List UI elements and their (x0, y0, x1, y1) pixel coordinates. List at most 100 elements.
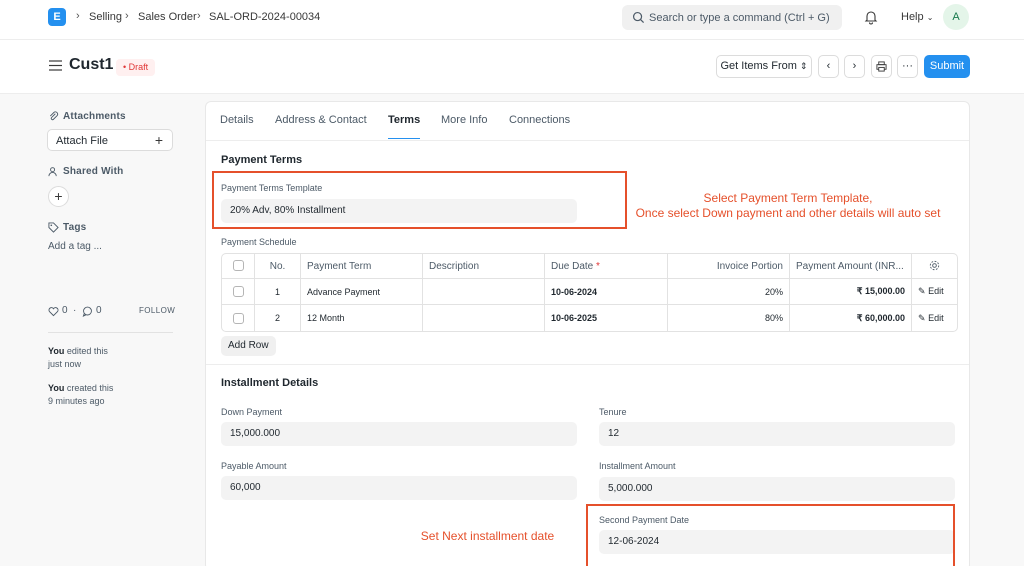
row-payment-term[interactable]: Advance Payment (301, 279, 423, 305)
heart-icon[interactable] (48, 306, 59, 317)
tab-address-contact[interactable]: Address & Contact (275, 114, 367, 138)
row-edit-button[interactable]: ✎ Edit (912, 279, 957, 305)
more-icon: ··· (902, 60, 913, 72)
row-no: 1 (255, 279, 301, 305)
app-logo[interactable]: E (48, 8, 66, 26)
row-description[interactable] (423, 279, 545, 305)
top-navbar: E › Selling › Sales Order › SAL-ORD-2024… (0, 0, 1024, 40)
add-row-button[interactable]: Add Row (221, 336, 276, 356)
tab-divider (206, 140, 969, 141)
activity-user: You (48, 383, 65, 393)
annotation-template-note: Select Payment Term Template, Once selec… (628, 191, 948, 221)
submit-button[interactable]: Submit (924, 55, 970, 78)
page-head: Cust1 • Draft Get Items From ⇕ ‹ › ··· S… (0, 40, 1024, 94)
tab-connections[interactable]: Connections (509, 114, 570, 138)
row-invoice-portion[interactable]: 20% (668, 279, 790, 305)
sidebar-divider (48, 332, 173, 333)
attach-file-button[interactable]: Attach File + (47, 129, 173, 151)
status-label: Draft (128, 62, 149, 72)
column-header-no: No. (255, 254, 301, 279)
row-edit-button[interactable]: ✎ Edit (912, 305, 957, 331)
payable-amount-field[interactable]: 60,000 (221, 476, 577, 500)
attach-file-label: Attach File (56, 135, 108, 147)
sort-icon: ⇕ (799, 61, 808, 71)
shared-with-label: Shared With (63, 166, 124, 177)
pencil-icon: ✎ (918, 286, 926, 296)
row-checkbox[interactable] (222, 279, 255, 305)
printer-icon (876, 61, 887, 72)
print-button[interactable] (871, 55, 892, 78)
activity-action: edited this (66, 346, 108, 356)
plus-icon: + (54, 188, 63, 204)
required-mark: * (596, 260, 600, 272)
annotation-line-2: Once select Down payment and other detai… (635, 206, 941, 220)
tenure-field[interactable]: 12 (599, 422, 955, 446)
chevron-down-icon: ⌄ (926, 13, 934, 22)
follow-button[interactable]: FOLLOW (139, 306, 175, 315)
chevron-left-icon: ‹ (826, 60, 831, 72)
column-header-payment-term: Payment Term (301, 254, 423, 279)
gear-icon (929, 261, 940, 271)
row-description[interactable] (423, 305, 545, 331)
annotation-box-second-payment (586, 504, 955, 566)
edit-label: Edit (928, 286, 944, 296)
pencil-icon: ✎ (918, 312, 926, 323)
select-all-checkbox[interactable] (222, 254, 255, 279)
payment-schedule-label: Payment Schedule (221, 237, 297, 247)
row-payment-amount[interactable]: ₹ 15,000.00 (790, 279, 912, 305)
payment-schedule-table: No. Payment Term Description Due Date * … (221, 253, 958, 332)
table-row[interactable]: 2 12 Month 10-06-2025 80% ₹ 60,000.00 ✎ … (222, 305, 957, 331)
search-input[interactable] (649, 5, 837, 30)
form-sidebar: Attachments Attach File + Shared With + … (0, 94, 200, 566)
row-invoice-portion[interactable]: 80% (668, 305, 790, 331)
tag-icon (48, 222, 59, 233)
more-actions-button[interactable]: ··· (897, 55, 918, 78)
avatar[interactable]: A (943, 4, 969, 30)
activity-time: 9 minutes ago (48, 396, 105, 406)
tab-details[interactable]: Details (220, 114, 254, 138)
breadcrumb-selling[interactable]: Selling (89, 11, 122, 23)
row-no: 2 (255, 305, 301, 331)
plus-icon: + (154, 132, 163, 148)
tab-more-info[interactable]: More Info (441, 114, 487, 138)
tab-terms[interactable]: Terms (388, 114, 421, 139)
notification-bell-icon[interactable] (863, 9, 879, 25)
column-header-payment-amount: Payment Amount (INR... (790, 254, 912, 279)
add-share-button[interactable]: + (48, 186, 69, 207)
help-menu[interactable]: Help ⌄ (901, 11, 933, 23)
chevron-right-icon: › (125, 10, 129, 22)
help-label: Help (901, 11, 924, 23)
attachments-label: Attachments (63, 111, 126, 122)
payment-terms-heading: Payment Terms (221, 154, 303, 166)
row-due-date[interactable]: 10-06-2025 (545, 305, 668, 331)
breadcrumb-document[interactable]: SAL-ORD-2024-00034 (209, 11, 320, 23)
installment-details-heading: Installment Details (221, 377, 319, 389)
add-tag-link[interactable]: Add a tag ... (48, 241, 102, 252)
row-checkbox[interactable] (222, 305, 255, 331)
breadcrumb-sales-order[interactable]: Sales Order (138, 11, 197, 23)
activity-item: You edited this just now (48, 345, 108, 371)
down-payment-field[interactable]: 15,000.000 (221, 422, 577, 446)
next-doc-button[interactable]: › (844, 55, 865, 78)
comment-icon[interactable] (82, 306, 93, 317)
section-divider (206, 364, 969, 365)
previous-doc-button[interactable]: ‹ (818, 55, 839, 78)
column-settings-button[interactable] (912, 254, 957, 279)
down-payment-label: Down Payment (221, 407, 283, 417)
activity-user: You (48, 346, 65, 356)
page-title: Cust1 (69, 56, 114, 73)
activity-item: You created this 9 minutes ago (48, 382, 113, 408)
table-header-row: No. Payment Term Description Due Date * … (222, 254, 957, 279)
search-bar[interactable] (622, 5, 842, 30)
table-row[interactable]: 1 Advance Payment 10-06-2024 20% ₹ 15,00… (222, 279, 957, 305)
installment-amount-field[interactable]: 5,000.000 (599, 477, 955, 501)
column-header-invoice-portion: Invoice Portion (668, 254, 790, 279)
row-due-date[interactable]: 10-06-2024 (545, 279, 668, 305)
row-payment-amount[interactable]: ₹ 60,000.00 (790, 305, 912, 331)
row-payment-term[interactable]: 12 Month (301, 305, 423, 331)
installment-amount-label: Installment Amount (599, 461, 676, 471)
search-icon (632, 11, 645, 24)
sidebar-toggle-icon[interactable] (49, 60, 62, 71)
get-items-from-button[interactable]: Get Items From ⇕ (716, 55, 812, 78)
tenure-label: Tenure (599, 407, 627, 417)
